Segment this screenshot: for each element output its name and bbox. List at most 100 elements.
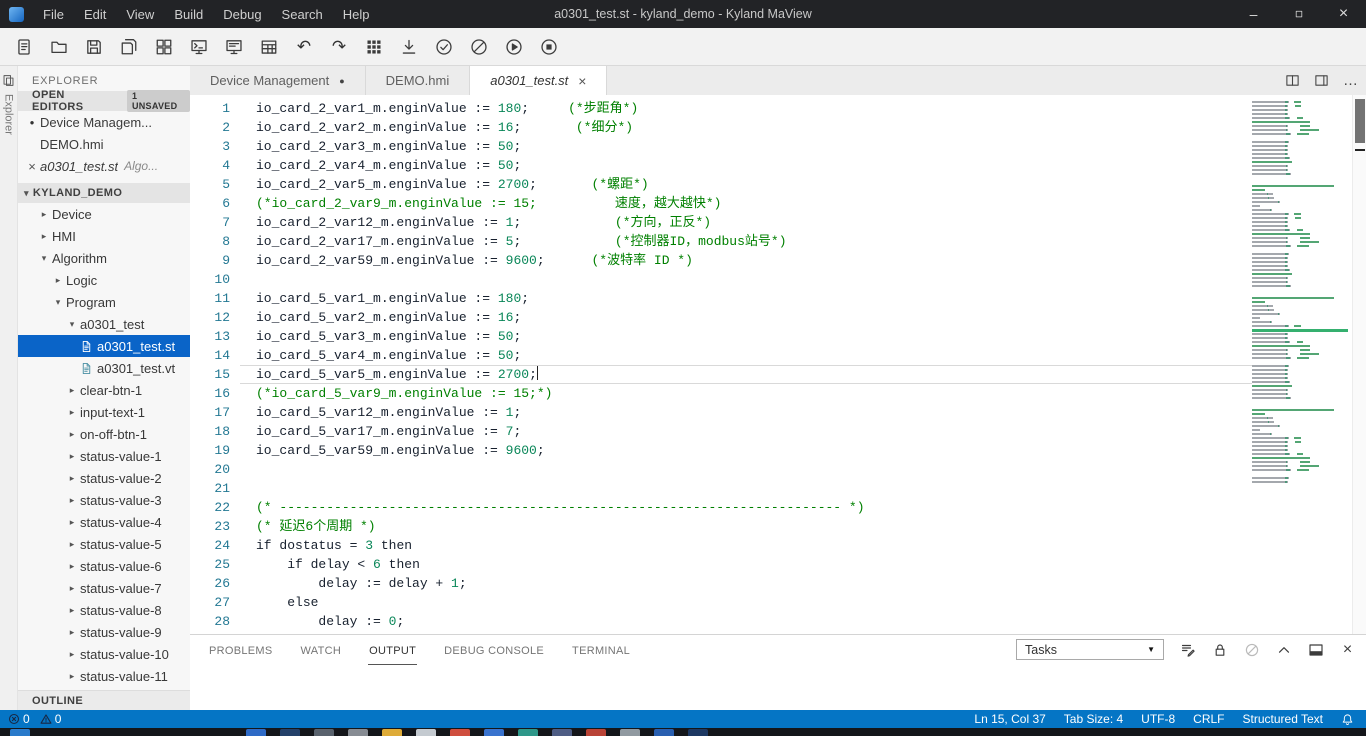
taskbar-app-icon[interactable] — [246, 729, 266, 736]
clear-output-button[interactable] — [1243, 641, 1260, 658]
panel-tab-debug-console[interactable]: DEBUG CONSOLE — [443, 635, 545, 665]
code-line[interactable]: 8io_card_2_var17_m.enginValue := 5; (*控制… — [190, 232, 1252, 251]
taskbar-app-icon[interactable] — [348, 729, 368, 736]
code-line[interactable]: 24if dostatus = 3 then — [190, 536, 1252, 555]
taskbar-app-icon[interactable] — [280, 729, 300, 736]
cancel-circle-button[interactable] — [470, 38, 488, 56]
code-line[interactable]: 5io_card_2_var5_m.enginValue := 2700; (*… — [190, 175, 1252, 194]
menu-view[interactable]: View — [116, 0, 164, 28]
keypad-button[interactable] — [365, 38, 383, 56]
close-icon[interactable]: × — [24, 159, 40, 174]
code-line[interactable]: 14io_card_5_var4_m.enginValue := 50; — [190, 346, 1252, 365]
code-line[interactable]: 21 — [190, 479, 1252, 498]
more-actions-button[interactable]: … — [1343, 76, 1358, 86]
code-line[interactable]: 3io_card_2_var3_m.enginValue := 50; — [190, 137, 1252, 156]
device-grid-button[interactable] — [155, 38, 173, 56]
code-line[interactable]: 28 delay := 0; — [190, 612, 1252, 631]
download-button[interactable] — [400, 38, 418, 56]
menu-search[interactable]: Search — [272, 0, 333, 28]
minimize-button[interactable]: – — [1231, 0, 1276, 28]
taskbar-app-icon[interactable] — [416, 729, 436, 736]
save-all-button[interactable] — [120, 38, 138, 56]
check-circle-button[interactable] — [435, 38, 453, 56]
lock-button[interactable] — [1211, 641, 1228, 658]
status-cursor-position[interactable]: Ln 15, Col 37 — [974, 712, 1045, 726]
taskbar-app-icon[interactable] — [484, 729, 504, 736]
tree-item-status-value-9[interactable]: ▸status-value-9 — [18, 621, 190, 643]
outline-header[interactable]: OUTLINE — [18, 690, 190, 710]
tree-item-status-value-3[interactable]: ▸status-value-3 — [18, 489, 190, 511]
taskbar-app-icon[interactable] — [382, 729, 402, 736]
data-table-button[interactable] — [260, 38, 278, 56]
code-line[interactable]: 9io_card_2_var59_m.enginValue := 9600; (… — [190, 251, 1252, 270]
tree-item-status-value-8[interactable]: ▸status-value-8 — [18, 599, 190, 621]
taskbar-app-icon[interactable] — [654, 729, 674, 736]
new-project-button[interactable] — [15, 38, 33, 56]
code-line[interactable]: 6(*io_card_2_var9_m.enginValue := 15; 速度… — [190, 194, 1252, 213]
tree-item-status-value-11[interactable]: ▸status-value-11 — [18, 665, 190, 687]
split-editor-button[interactable] — [1285, 73, 1300, 88]
code-editor[interactable]: 1io_card_2_var1_m.enginValue := 180; (*步… — [190, 95, 1252, 634]
editor-tab-demo-hmi[interactable]: DEMO.hmi — [366, 66, 471, 95]
tree-item-algorithm[interactable]: ▾Algorithm — [18, 247, 190, 269]
code-line[interactable]: 27 else — [190, 593, 1252, 612]
taskbar[interactable] — [0, 728, 1366, 736]
editor-tab-device-management[interactable]: Device Management● — [190, 66, 366, 95]
panel-tab-terminal[interactable]: TERMINAL — [571, 635, 631, 665]
tasks-dropdown[interactable]: Tasks ▼ — [1016, 639, 1164, 660]
taskbar-app-icon[interactable] — [10, 729, 30, 736]
tree-item-logic[interactable]: ▸Logic — [18, 269, 190, 291]
code-line[interactable]: 18io_card_5_var17_m.enginValue := 7; — [190, 422, 1252, 441]
maximize-button[interactable] — [1276, 0, 1321, 28]
code-line[interactable]: 22(* -----------------------------------… — [190, 498, 1252, 517]
panel-tab-output[interactable]: OUTPUT — [368, 635, 417, 665]
taskbar-app-icon[interactable] — [688, 729, 708, 736]
tree-item-a0301-test-st[interactable]: a0301_test.st — [18, 335, 190, 357]
code-line[interactable]: 23(* 延迟6个周期 *) — [190, 517, 1252, 536]
build-monitor-button[interactable] — [190, 38, 208, 56]
open-log-button[interactable] — [1179, 641, 1196, 658]
tree-item-a0301-test-vt[interactable]: a0301_test.vt — [18, 357, 190, 379]
status-language-mode[interactable]: Structured Text — [1243, 712, 1323, 726]
taskbar-app-icon[interactable] — [552, 729, 572, 736]
tree-item-status-value-7[interactable]: ▸status-value-7 — [18, 577, 190, 599]
taskbar-app-icon[interactable] — [620, 729, 640, 736]
tree-item-status-value-6[interactable]: ▸status-value-6 — [18, 555, 190, 577]
menu-help[interactable]: Help — [333, 0, 380, 28]
tree-item-device[interactable]: ▸Device — [18, 203, 190, 225]
tree-item-status-value-5[interactable]: ▸status-value-5 — [18, 533, 190, 555]
tree-item-clear-btn-1[interactable]: ▸clear-btn-1 — [18, 379, 190, 401]
menu-debug[interactable]: Debug — [213, 0, 271, 28]
close-icon[interactable]: × — [578, 73, 586, 89]
open-editors-header[interactable]: OPEN EDITORS 1 UNSAVED — [18, 91, 190, 111]
tree-item-status-value-10[interactable]: ▸status-value-10 — [18, 643, 190, 665]
status-encoding[interactable]: UTF-8 — [1141, 712, 1175, 726]
code-line[interactable]: 15io_card_5_var5_m.enginValue := 2700; — [190, 365, 1252, 384]
close-button[interactable]: × — [1321, 0, 1366, 28]
code-line[interactable]: 1io_card_2_var1_m.enginValue := 180; (*步… — [190, 99, 1252, 118]
collapse-button[interactable] — [1275, 641, 1292, 658]
code-line[interactable]: 19io_card_5_var59_m.enginValue := 9600; — [190, 441, 1252, 460]
close-panel-button[interactable]: × — [1339, 641, 1356, 658]
status-tab-size[interactable]: Tab Size: 4 — [1064, 712, 1123, 726]
tree-item-a0301-test[interactable]: ▾a0301_test — [18, 313, 190, 335]
minimap[interactable] — [1252, 95, 1352, 634]
code-line[interactable]: 4io_card_2_var4_m.enginValue := 50; — [190, 156, 1252, 175]
code-line[interactable]: 2io_card_2_var2_m.enginValue := 16; (*细分… — [190, 118, 1252, 137]
code-line[interactable]: 17io_card_5_var12_m.enginValue := 1; — [190, 403, 1252, 422]
stop-circle-button[interactable] — [540, 38, 558, 56]
scrollbar-thumb[interactable] — [1355, 99, 1365, 143]
project-header[interactable]: ▾ KYLAND_DEMO — [18, 183, 190, 203]
tree-item-hmi[interactable]: ▸HMI — [18, 225, 190, 247]
panel-tab-problems[interactable]: PROBLEMS — [208, 635, 274, 665]
code-line[interactable]: 13io_card_5_var3_m.enginValue := 50; — [190, 327, 1252, 346]
errors-group[interactable]: 0 — [8, 712, 30, 726]
toggle-panel-button[interactable] — [1307, 641, 1324, 658]
status-eol[interactable]: CRLF — [1193, 712, 1224, 726]
open-folder-button[interactable] — [50, 38, 68, 56]
tree-item-program[interactable]: ▾Program — [18, 291, 190, 313]
warnings-group[interactable]: 0 — [40, 712, 62, 726]
notifications-button[interactable] — [1341, 713, 1354, 726]
code-line[interactable]: 7io_card_2_var12_m.enginValue := 1; (*方向… — [190, 213, 1252, 232]
code-line[interactable]: 12io_card_5_var2_m.enginValue := 16; — [190, 308, 1252, 327]
